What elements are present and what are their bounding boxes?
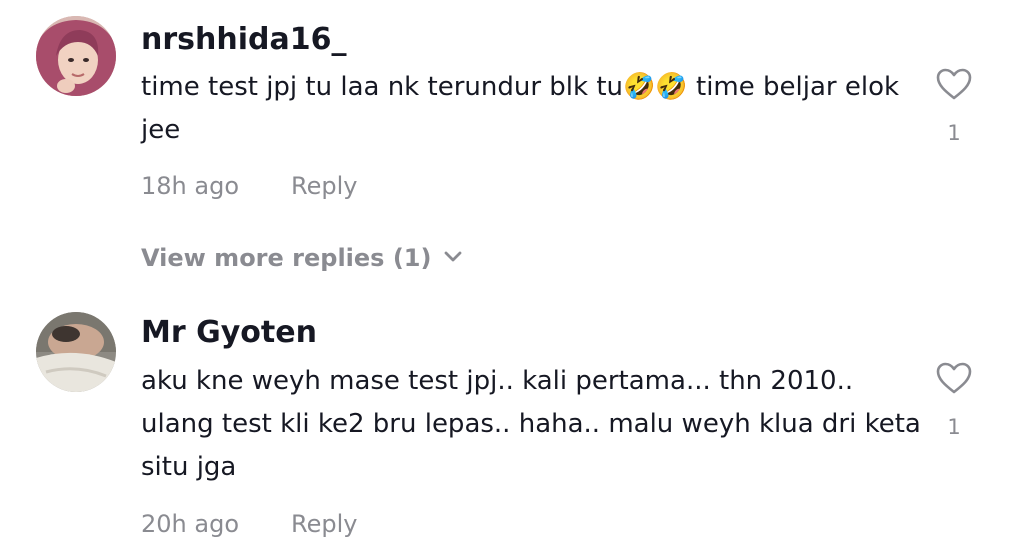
view-more-replies-button[interactable]: View more replies (1)	[141, 243, 463, 273]
chevron-down-icon	[445, 251, 462, 262]
reply-button[interactable]: Reply	[291, 172, 357, 200]
comment-text: aku kne weyh mase test jpj.. kali pertam…	[141, 366, 921, 482]
reply-button[interactable]: Reply	[291, 510, 357, 538]
comment-item: Mr Gyoten aku kne weyh mase test jpj.. k…	[0, 300, 1024, 550]
avatar[interactable]	[36, 16, 116, 96]
view-more-replies-label: View more replies (1)	[141, 244, 432, 272]
comment-meta: 20h ago Reply	[141, 509, 357, 539]
comment-text: time test jpj tu laa nk terundur blk tu🤣…	[141, 72, 900, 145]
comment-item: nrshhida16_ time test jpj tu laa nk teru…	[0, 0, 1024, 230]
like-control: 1	[928, 67, 980, 145]
like-control: 1	[928, 361, 980, 439]
comment-username[interactable]: Mr Gyoten	[141, 314, 317, 352]
avatar[interactable]	[36, 312, 116, 392]
comment-username[interactable]: nrshhida16_	[141, 21, 346, 59]
like-count: 1	[947, 415, 961, 439]
comment-timestamp: 20h ago	[141, 510, 240, 538]
comment-timestamp: 18h ago	[141, 172, 240, 200]
heart-outline-icon[interactable]	[935, 361, 973, 395]
heart-outline-icon[interactable]	[935, 67, 973, 101]
comment-meta: 18h ago Reply	[141, 171, 357, 201]
like-count: 1	[947, 121, 961, 145]
